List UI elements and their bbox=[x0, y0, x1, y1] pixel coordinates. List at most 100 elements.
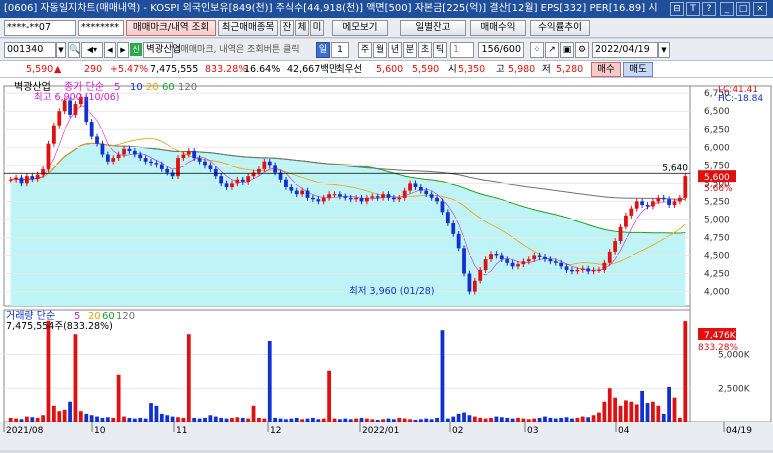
price-legend-ma: 60 bbox=[162, 82, 175, 93]
help-icon[interactable]: ? bbox=[702, 2, 716, 16]
daily-balance-button[interactable]: 일별잔고 bbox=[400, 20, 466, 36]
candle-body bbox=[316, 199, 321, 202]
volume-bar bbox=[548, 417, 553, 422]
executed-button[interactable]: 체 bbox=[295, 20, 309, 36]
memo-button[interactable]: 메모보기 bbox=[332, 20, 388, 36]
quote-bar: 5,590 ▲ 290 +5.47% 7,475,555 833.28% 16.… bbox=[0, 61, 773, 78]
volume-bar bbox=[629, 401, 634, 422]
volume-bar bbox=[343, 418, 348, 422]
code-dropdown-icon[interactable]: ▼ bbox=[56, 42, 66, 58]
recent-traded-button[interactable]: 최근매매종목 bbox=[218, 20, 278, 36]
volume-bar bbox=[14, 418, 18, 422]
scatter-icon[interactable]: ⁘ bbox=[530, 42, 544, 58]
stock-toolbar: 001340 ▼ 🔍 ◀▾ ◀ ▶ 신 벽광산업 *매매마크, 내역은 조회버튼… bbox=[0, 39, 773, 61]
candle-body bbox=[489, 254, 493, 260]
chart-area[interactable]: 4,000 4,250 4,500 4,750 5,000 5,250 5,500 5,750… bbox=[0, 78, 773, 450]
period-minute-button[interactable]: 분 bbox=[403, 42, 417, 58]
font-size-icon[interactable]: T bbox=[686, 2, 700, 16]
date-field[interactable]: 2022/04/19 bbox=[592, 42, 658, 58]
volume-bar bbox=[327, 370, 331, 422]
return-trend-button[interactable]: 수익률추이 bbox=[530, 20, 590, 36]
x-tick-label: 2021/08 bbox=[6, 426, 44, 436]
volume-bar bbox=[111, 417, 116, 422]
current-price-label: 5,600 bbox=[704, 173, 730, 183]
volume-bar bbox=[262, 418, 267, 422]
candle-body bbox=[208, 165, 213, 169]
candle-body bbox=[365, 197, 369, 202]
sound-icon[interactable]: ◀▾ bbox=[81, 42, 103, 58]
interval-select[interactable]: 1 bbox=[450, 42, 474, 58]
candle-body bbox=[230, 183, 234, 187]
price-tick-label: 6,000 bbox=[704, 143, 730, 153]
stock-code-field[interactable]: 001340 bbox=[4, 42, 56, 58]
search-icon[interactable]: 🔍 bbox=[68, 42, 80, 58]
volume-bar bbox=[483, 418, 488, 422]
restore-layout-icon[interactable]: ⊟ bbox=[670, 2, 684, 16]
candle-body bbox=[165, 168, 170, 173]
minimize-button[interactable]: _ bbox=[720, 2, 734, 16]
period-tick-button[interactable]: 틱 bbox=[433, 42, 447, 58]
candle-body bbox=[505, 259, 510, 263]
candlestick-chart[interactable]: 4,0004,2504,5004,7505,0005,2505,5005,750… bbox=[0, 78, 773, 450]
account-field[interactable]: ****-**07 bbox=[4, 20, 76, 36]
volume-bar bbox=[597, 412, 601, 422]
volume-bar bbox=[397, 417, 402, 422]
candle-body bbox=[25, 176, 29, 184]
volume-bar bbox=[149, 403, 153, 422]
candle-body bbox=[359, 197, 364, 202]
price-change: 290 bbox=[84, 64, 103, 75]
date-dropdown-icon[interactable]: ▼ bbox=[658, 42, 670, 58]
prev-arrow-icon[interactable]: ◀ bbox=[104, 42, 116, 58]
trade-mark-query-button[interactable]: 매매마크/내역 조회 bbox=[126, 20, 216, 36]
trade-amount: 42,667백만 bbox=[287, 64, 338, 75]
volume-bar bbox=[591, 415, 596, 422]
buy-button[interactable]: 매수 bbox=[591, 62, 621, 77]
x-tick-label: 04 bbox=[618, 426, 630, 436]
candle-body bbox=[354, 197, 358, 200]
volume-bar bbox=[273, 417, 278, 422]
volume-bar bbox=[159, 413, 164, 422]
candle-body bbox=[8, 179, 13, 181]
candle-body bbox=[57, 111, 62, 126]
candle-body bbox=[240, 179, 245, 182]
volume-bar bbox=[240, 417, 245, 422]
next-arrow-icon[interactable]: ▶ bbox=[117, 42, 129, 58]
candle-body bbox=[435, 197, 439, 202]
volume-bar bbox=[408, 419, 412, 422]
candle-body bbox=[678, 197, 682, 202]
low-annotation: 최저 3,960 (01/28) bbox=[349, 286, 435, 297]
volume-bar bbox=[645, 403, 650, 422]
period-year-button[interactable]: 년 bbox=[388, 42, 402, 58]
candle-body bbox=[181, 154, 186, 159]
period-second-button[interactable]: 초 bbox=[418, 42, 432, 58]
candle-body bbox=[526, 259, 531, 262]
close-button[interactable]: × bbox=[753, 2, 767, 16]
maximize-button[interactable]: □ bbox=[736, 2, 750, 16]
period-week-button[interactable]: 주 bbox=[358, 42, 372, 58]
password-field[interactable]: ******** bbox=[78, 20, 124, 36]
count-field[interactable]: 156/600 bbox=[478, 42, 524, 58]
high-price: 5,980 bbox=[508, 64, 536, 75]
candle-body bbox=[311, 197, 315, 200]
candle-body bbox=[294, 190, 299, 195]
volume-bar bbox=[429, 419, 434, 422]
price-tick-label: 5,000 bbox=[704, 215, 730, 225]
volume-legend-ma: 120 bbox=[116, 311, 135, 322]
unexecuted-button[interactable]: 미 bbox=[310, 20, 324, 36]
volume-bar bbox=[316, 419, 321, 422]
balance-button[interactable]: 잔 bbox=[280, 20, 294, 36]
volume-bar bbox=[127, 417, 132, 422]
period-day-button[interactable]: 일 bbox=[316, 42, 330, 58]
save-icon[interactable]: ▣ bbox=[560, 42, 574, 58]
candle-body bbox=[445, 212, 450, 224]
period-month-button[interactable]: 월 bbox=[373, 42, 387, 58]
trade-profit-button[interactable]: 매매수익 bbox=[470, 20, 526, 36]
settings-icon[interactable]: ⚙ bbox=[575, 42, 589, 58]
period-count-field[interactable]: 1 bbox=[331, 42, 349, 58]
volume-bar bbox=[213, 416, 218, 422]
volume-bar bbox=[154, 405, 159, 422]
stock-name-field[interactable]: 벽광산업 bbox=[143, 42, 181, 58]
sell-button[interactable]: 매도 bbox=[623, 62, 653, 77]
line-tool-icon[interactable]: ↗ bbox=[545, 42, 559, 58]
price-tick-label: 4,500 bbox=[704, 252, 730, 262]
